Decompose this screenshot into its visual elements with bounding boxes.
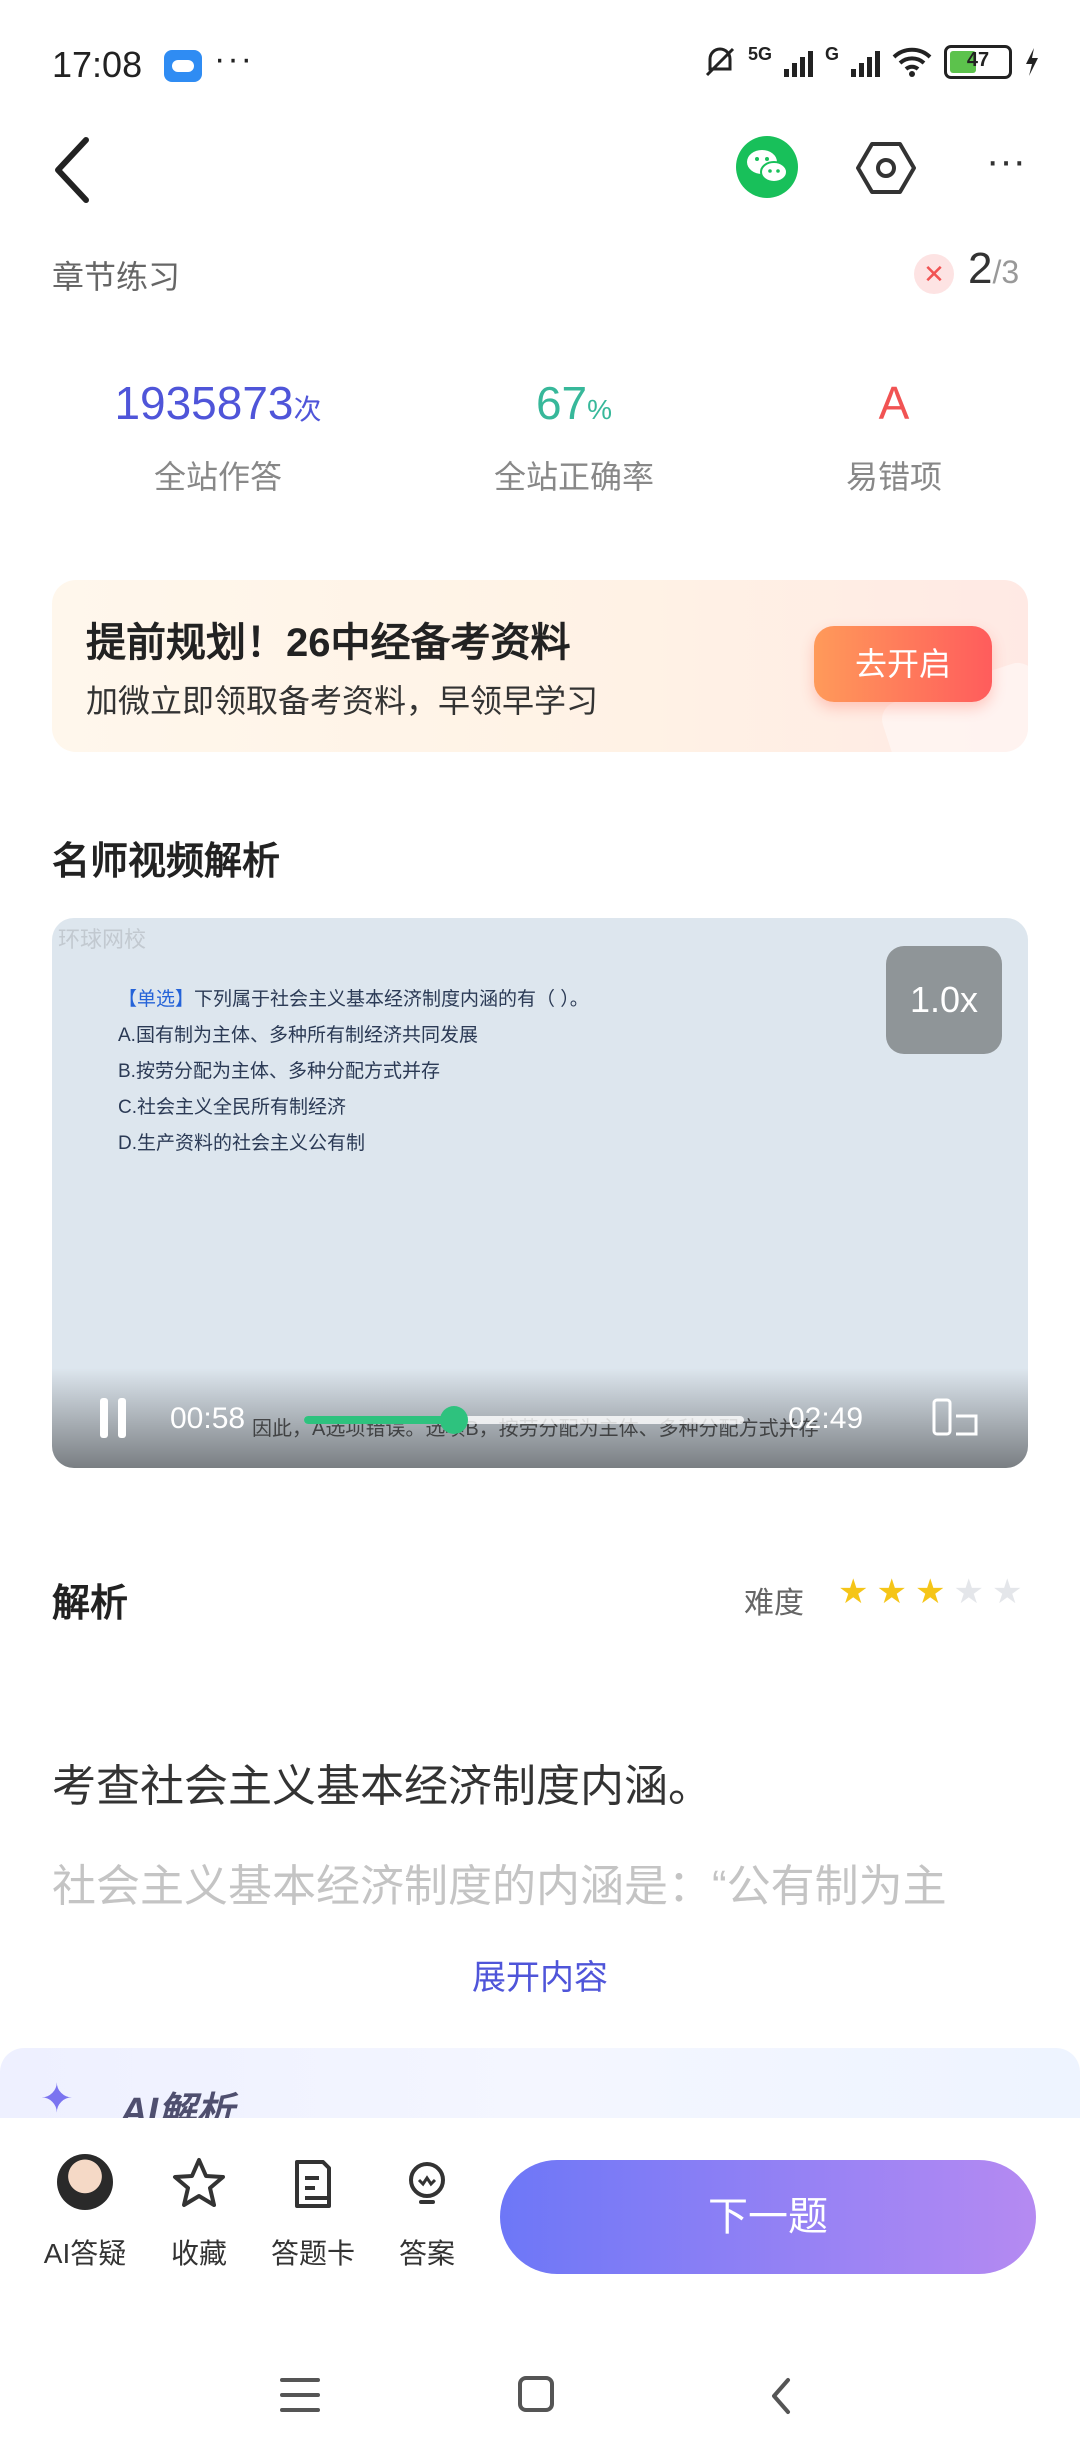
next-question-button[interactable]: 下一题 [500,2160,1036,2274]
analysis-main-text: 考查社会主义基本经济制度内涵。 [52,1762,712,1811]
video-player[interactable]: 环球网校 【单选】下列属于社会主义基本经济制度内涵的有（ ）。 A.国有制为主体… [52,918,1028,1468]
video-question: 【单选】下列属于社会主义基本经济制度内涵的有（ ）。 [118,982,589,1018]
progress-knob[interactable] [439,1406,468,1434]
question-counter[interactable]: 2/3 [968,244,1019,294]
promo-banner[interactable]: 提前规划！26中经备考资料 加微立即领取备考资料，早领早学习 去开启 [52,580,1028,752]
stat-label: 易错项 [845,459,942,495]
expand-content-link[interactable]: 展开内容 [0,1950,1080,1999]
stat-label: 全站作答 [153,459,282,495]
question-text: 下列属于社会主义基本经济制度内涵的有（ ）。 [194,989,589,1010]
option-a: A.国有制为主体、多种所有制经济共同发展 [118,1025,478,1046]
lightbulb-icon [409,2162,445,2204]
video-controls: 因此，A选项错误。选项B，按劳分配为主体、多种分配方式并存 00:58 02:4… [52,1368,1028,1468]
analysis-title: 解析 [52,1583,129,1625]
status-icons: 5G G 47 [704,44,1040,79]
stat-value: A [744,376,1044,432]
network-type-label-2: G [824,44,839,64]
tool-label: 答案 [398,2238,455,2269]
stat-unit: % [587,394,613,425]
answer-sheet-icon [295,2160,331,2208]
video-question-slide: 【单选】下列属于社会主义基本经济制度内涵的有（ ）。 A.国有制为主体、多种所有… [118,982,589,1162]
difficulty-star-icon: ★ [991,1573,1023,1611]
analysis-preview-text: 社会主义基本经济制度的内涵是：“公有制为主 [52,1862,947,1911]
tool-label: 收藏 [170,2238,227,2269]
question-tag: 【单选】 [118,989,195,1010]
video-progress-bar[interactable] [304,1406,744,1434]
signal-bars-icon [783,47,813,77]
section-label: 章节练习 [52,259,181,295]
wechat-icon[interactable] [736,136,798,198]
fullscreen-rotate-icon[interactable] [932,1396,980,1438]
battery-level: 47 [966,48,990,71]
tool-label: 答题卡 [270,2238,355,2269]
current-question: 2 [968,244,993,293]
difficulty-star-icon: ★ [838,1573,869,1611]
answer-button[interactable]: 答案 [372,2154,482,2272]
banner-title: 提前规划！26中经备考资料 [86,621,571,665]
difficulty-label: 难度 [744,1587,804,1620]
sparkle-icon: ✦ [40,2077,74,2121]
wifi-icon [892,47,932,77]
signal-bars-2-icon [851,47,880,77]
ai-qa-button[interactable]: AI答疑 [30,2154,140,2272]
settings-hexagon-icon[interactable] [856,138,916,198]
progress-played [304,1416,454,1424]
wrong-mark-icon: ✕ [914,254,954,294]
video-section-heading: 名师视频解析 [52,841,281,883]
avatar-icon [57,2154,113,2210]
more-menu-icon[interactable]: ··· [976,136,1036,196]
back-arrow-icon[interactable] [44,130,104,210]
network-type-label: 5G [747,44,772,64]
star-icon [173,2158,225,2207]
banner-open-button[interactable]: 去开启 [814,626,992,702]
favorite-button[interactable]: 收藏 [144,2154,254,2272]
playback-speed-button[interactable]: 1.0x [886,946,1002,1054]
stat-accuracy: 67% 全站正确率 [424,376,724,498]
stat-label: 全站正确率 [493,459,654,495]
option-d: D.生产资料的社会主义公有制 [118,1133,366,1154]
tool-label: AI答疑 [43,2238,127,2269]
duration: 02:49 [788,1402,864,1435]
current-time: 00:58 [170,1402,246,1435]
stat-value: 1935873次 [68,376,368,432]
pause-icon[interactable] [98,1398,128,1438]
status-time: 17:08 [52,44,143,85]
mute-bell-icon [705,47,735,76]
stat-number: 1935873 [114,377,294,429]
charging-bolt-icon [1026,47,1038,76]
difficulty-star-icon: ★ [914,1573,946,1611]
video-watermark: 环球网校 [58,927,147,952]
difficulty-star-icon: ★ [953,1573,984,1611]
banner-subtitle: 加微立即领取备考资料，早领早学习 [86,683,599,719]
cloud-app-icon [164,50,202,82]
stat-unit: 次 [293,394,322,425]
answer-sheet-button[interactable]: 答题卡 [258,2154,368,2272]
system-back-icon[interactable] [762,2376,802,2416]
stat-number: A [878,377,910,429]
total-questions: /3 [992,254,1020,290]
option-b: B.按劳分配为主体、多种分配方式并存 [118,1061,440,1082]
recent-apps-icon[interactable] [280,2378,320,2414]
battery-icon: 47 [944,44,1012,79]
stat-number: 67 [535,377,588,429]
stat-error-prone: A 易错项 [744,376,1044,498]
option-c: C.社会主义全民所有制经济 [118,1097,347,1118]
stat-value: 67% [424,376,724,432]
difficulty-star-icon: ★ [876,1573,907,1611]
difficulty-stars: ★ ★ ★ ★ ★ [838,1572,1022,1612]
stat-answers: 1935873次 全站作答 [68,376,368,498]
more-notifications-icon: ··· [214,40,254,78]
home-icon[interactable] [518,2376,554,2412]
